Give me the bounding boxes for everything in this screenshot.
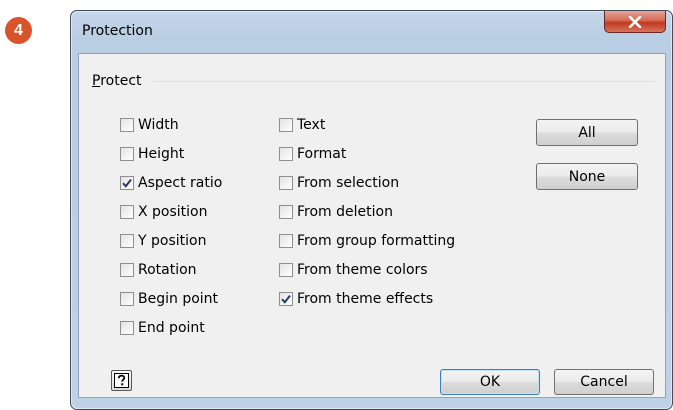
checkbox-label: X position — [138, 204, 208, 220]
checkbox-box[interactable] — [279, 234, 293, 248]
checkbox-y-position[interactable]: Y position — [120, 231, 206, 251]
checkbox-label: Rotation — [138, 262, 197, 278]
checkbox-label: Width — [138, 117, 179, 133]
dialog-content: Protect Width Height Aspect ratio X posi… — [78, 53, 666, 398]
checkbox-box[interactable] — [279, 147, 293, 161]
checkbox-text[interactable]: Text — [279, 115, 325, 135]
close-button[interactable] — [604, 11, 666, 33]
checkbox-from-deletion[interactable]: From deletion — [279, 202, 393, 222]
checkbox-box[interactable] — [279, 263, 293, 277]
checkbox-box[interactable] — [279, 205, 293, 219]
close-icon — [628, 15, 642, 28]
checkbox-label: End point — [138, 320, 205, 336]
checkbox-box[interactable] — [120, 176, 134, 190]
checkbox-label: Format — [297, 146, 347, 162]
help-question-icon — [114, 373, 129, 388]
checkbox-from-theme-colors[interactable]: From theme colors — [279, 260, 428, 280]
checkbox-label: Aspect ratio — [138, 175, 223, 191]
checkbox-rotation[interactable]: Rotation — [120, 260, 197, 280]
checkbox-aspect-ratio[interactable]: Aspect ratio — [120, 173, 222, 193]
dialog-title: Protection — [82, 23, 153, 39]
step-number-badge: 4 — [5, 17, 32, 44]
checkbox-box[interactable] — [120, 205, 134, 219]
checkbox-x-position[interactable]: X position — [120, 202, 208, 222]
checkbox-box[interactable] — [279, 176, 293, 190]
ok-button[interactable]: OK — [440, 369, 540, 395]
checkbox-begin-point[interactable]: Begin point — [120, 289, 218, 309]
checkbox-box[interactable] — [120, 321, 134, 335]
checkmark-icon — [281, 294, 291, 304]
checkbox-label: From selection — [297, 175, 400, 191]
checkbox-box[interactable] — [120, 118, 134, 132]
protect-group-label: Protect — [92, 73, 142, 89]
checkbox-box[interactable] — [120, 292, 134, 306]
checkbox-label: From deletion — [297, 204, 393, 220]
checkbox-format[interactable]: Format — [279, 144, 346, 164]
select-all-button[interactable]: All — [536, 119, 638, 146]
checkbox-box[interactable] — [279, 292, 293, 306]
checkbox-width[interactable]: Width — [120, 115, 179, 135]
protection-dialog: Protection Protect Width Height Aspect r… — [70, 10, 673, 410]
checkbox-box[interactable] — [279, 118, 293, 132]
checkbox-height[interactable]: Height — [120, 144, 184, 164]
checkbox-label: Y position — [138, 233, 207, 249]
help-button[interactable] — [111, 370, 132, 391]
checkbox-label: From theme effects — [297, 291, 434, 307]
cancel-button[interactable]: Cancel — [554, 369, 654, 395]
group-divider — [153, 81, 655, 82]
checkbox-end-point[interactable]: End point — [120, 318, 205, 338]
checkbox-label: From theme colors — [297, 262, 428, 278]
checkbox-from-selection[interactable]: From selection — [279, 173, 399, 193]
checkmark-icon — [122, 178, 132, 188]
checkbox-box[interactable] — [120, 147, 134, 161]
checkbox-label: Height — [138, 146, 185, 162]
select-none-button[interactable]: None — [536, 163, 638, 190]
checkbox-from-theme-effects[interactable]: From theme effects — [279, 289, 433, 309]
checkbox-label: Begin point — [138, 291, 219, 307]
checkbox-label: From group formatting — [297, 233, 456, 249]
checkbox-box[interactable] — [120, 234, 134, 248]
checkbox-from-group-formatting[interactable]: From group formatting — [279, 231, 455, 251]
checkbox-box[interactable] — [120, 263, 134, 277]
checkbox-label: Text — [297, 117, 326, 133]
